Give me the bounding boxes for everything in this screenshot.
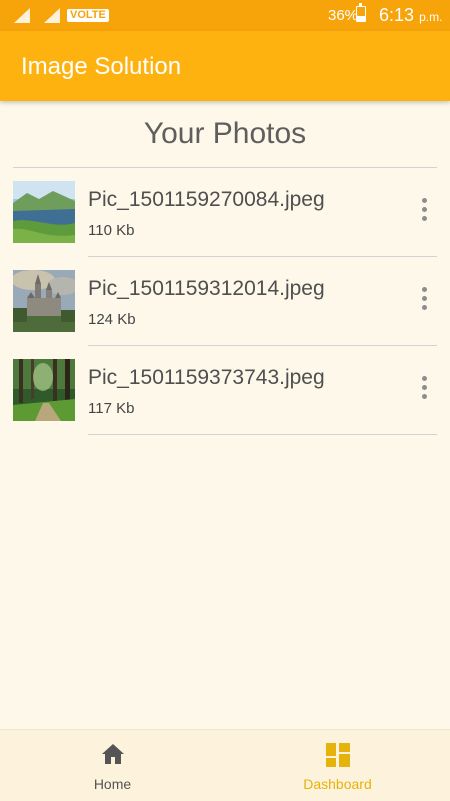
list-item[interactable]: Pic_1501159270084.jpeg 110 Kb bbox=[0, 168, 450, 257]
status-time-ampm: p.m. bbox=[419, 10, 443, 24]
divider bbox=[88, 434, 437, 435]
battery-icon bbox=[356, 3, 366, 22]
battery-percent: 36% bbox=[328, 7, 359, 24]
app-title: Image Solution bbox=[21, 53, 182, 80]
list-item[interactable]: Pic_1501159373743.jpeg 117 Kb bbox=[0, 346, 450, 435]
forest-path-image bbox=[13, 359, 75, 421]
photo-file-name: Pic_1501159312014.jpeg bbox=[88, 277, 325, 300]
photo-file-name: Pic_1501159270084.jpeg bbox=[88, 188, 325, 211]
home-icon bbox=[101, 744, 124, 764]
more-vert-icon[interactable] bbox=[416, 198, 432, 228]
volte-badge: VOLTE bbox=[67, 9, 109, 22]
page-title: Your Photos bbox=[143, 117, 307, 150]
photo-thumbnail-castle[interactable] bbox=[13, 270, 75, 332]
status-time-value: 6:13 bbox=[379, 5, 415, 25]
lake-landscape-image bbox=[13, 181, 75, 243]
more-vert-icon[interactable] bbox=[416, 376, 432, 406]
status-time: 6:13 p.m. bbox=[379, 5, 442, 26]
list-item[interactable]: Pic_1501159312014.jpeg 124 Kb bbox=[0, 257, 450, 346]
nav-item-home[interactable]: Home bbox=[0, 730, 225, 801]
signal-icon bbox=[14, 8, 30, 23]
more-vert-icon[interactable] bbox=[416, 287, 432, 317]
photo-file-name: Pic_1501159373743.jpeg bbox=[88, 366, 325, 389]
photo-file-size: 117 Kb bbox=[88, 400, 135, 417]
app-bar: Image Solution bbox=[0, 31, 450, 101]
nav-label-home: Home bbox=[93, 776, 132, 792]
battery-level bbox=[357, 15, 365, 21]
dashboard-icon bbox=[325, 743, 350, 767]
photo-file-size: 110 Kb bbox=[88, 222, 135, 239]
photo-file-size: 124 Kb bbox=[88, 311, 136, 328]
nav-label-dashboard: Dashboard bbox=[303, 776, 372, 792]
castle-image bbox=[13, 270, 75, 332]
nav-item-dashboard[interactable]: Dashboard bbox=[225, 730, 450, 801]
status-bar: VOLTE 36% 6:13 p.m. bbox=[0, 0, 450, 31]
photo-thumbnail-forest[interactable] bbox=[13, 359, 75, 421]
signal-icon bbox=[44, 8, 60, 23]
bottom-nav: Home Dashboard bbox=[0, 729, 450, 801]
photo-thumbnail-lake[interactable] bbox=[13, 181, 75, 243]
